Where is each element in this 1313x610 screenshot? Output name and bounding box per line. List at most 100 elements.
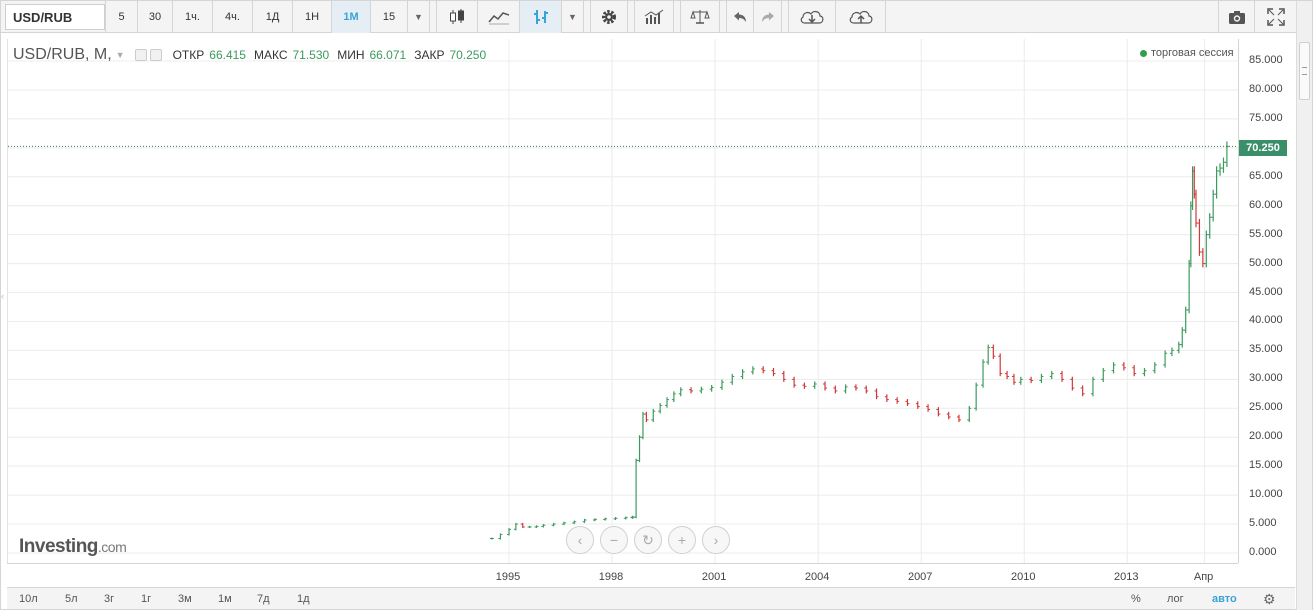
indicators-button[interactable]: [634, 1, 674, 33]
ohlc-bar: [489, 537, 494, 540]
chart-toolbar: USD/RUB 5 30 1ч. 4ч. 1Д 1Н 1М 15 ▼ ▼: [1, 1, 1296, 33]
ohlc-bar: [1060, 370, 1065, 382]
page-scrollbar[interactable]: [1296, 1, 1312, 610]
interval-1m-button[interactable]: 1М: [332, 1, 371, 33]
range-3y-button[interactable]: 3г: [104, 588, 114, 610]
ohlc-bar: [864, 385, 869, 394]
ohlc-bar: [843, 384, 848, 394]
ohlc-bar: [1163, 350, 1168, 368]
ohlc-bar: [1152, 362, 1157, 374]
ohlc-bar: [1224, 141, 1229, 168]
load-layout-button[interactable]: [788, 1, 836, 33]
interval-4h-button[interactable]: 4ч.: [213, 1, 253, 33]
bars-chart-button[interactable]: [520, 1, 562, 33]
ohlc-bar: [592, 518, 597, 522]
ohlc-bar: [572, 520, 577, 525]
ohlc-bar: [833, 385, 838, 394]
percent-scale-toggle[interactable]: %: [1131, 588, 1141, 610]
y-tick-label: 80.000: [1249, 82, 1283, 95]
symbol-search-input[interactable]: USD/RUB: [5, 4, 105, 30]
interval-15-button[interactable]: 15: [371, 1, 408, 33]
scroll-left-button[interactable]: ‹: [566, 526, 594, 554]
zoom-out-button[interactable]: −: [600, 526, 628, 554]
ohlc-bar: [634, 458, 639, 519]
ohlc-bar: [761, 366, 766, 374]
ohlc-bar: [974, 382, 979, 411]
x-tick-label: 2001: [701, 571, 727, 583]
ohlc-bar: [665, 397, 670, 408]
ohlc-bar: [719, 379, 724, 390]
chevron-down-icon: ▼: [414, 12, 423, 22]
ohlc-bar: [1029, 376, 1034, 384]
session-label: торговая сессия: [1151, 47, 1234, 59]
range-3m-button[interactable]: 3м: [178, 588, 192, 610]
range-5y-button[interactable]: 5л: [65, 588, 78, 610]
y-tick-label: 60.000: [1249, 198, 1283, 211]
chart-type-dropdown-button[interactable]: ▼: [562, 1, 584, 33]
interval-5-button[interactable]: 5: [105, 1, 138, 33]
range-1d-button[interactable]: 1д: [297, 588, 310, 610]
fullscreen-button[interactable]: [1254, 1, 1296, 33]
interval-30-button[interactable]: 30: [138, 1, 173, 33]
range-1y-button[interactable]: 1г: [141, 588, 151, 610]
ohlc-bar: [823, 381, 828, 391]
y-tick-label: 85.000: [1249, 54, 1283, 66]
visibility-icon[interactable]: [134, 49, 147, 61]
zoom-in-button[interactable]: +: [668, 526, 696, 554]
ohlc-bar: [874, 388, 879, 400]
x-tick-label: 1998: [598, 571, 624, 583]
ohlc-bar: [582, 518, 587, 523]
ohlc-bar: [1218, 163, 1223, 176]
ohlc-bar: [623, 516, 628, 520]
x-tick-label: 2004: [804, 571, 830, 583]
undo-button[interactable]: [726, 1, 754, 33]
close-label: ЗАКР: [414, 48, 445, 62]
ohlc-bar: [1121, 362, 1126, 371]
ohlc-bar: [541, 524, 546, 528]
axis-settings-button[interactable]: ⚙: [1263, 588, 1276, 610]
chevron-down-icon[interactable]: ▼: [116, 50, 125, 60]
snapshot-button[interactable]: [1218, 1, 1254, 33]
low-value: 66.071: [369, 48, 407, 62]
scrollbar-thumb[interactable]: [1299, 42, 1310, 100]
candles-chart-button[interactable]: [436, 1, 478, 33]
interval-1w-button[interactable]: 1Н: [293, 1, 332, 33]
interval-dropdown-button[interactable]: ▼: [408, 1, 430, 33]
x-tick-label: Апр: [1193, 571, 1214, 583]
ohlc-bar: [1169, 347, 1174, 357]
scroll-right-button[interactable]: ›: [702, 526, 730, 554]
ohlc-bar: [1018, 376, 1023, 385]
ohlc-bar: [1183, 306, 1188, 334]
range-10y-button[interactable]: 10л: [19, 588, 38, 610]
auto-scale-toggle[interactable]: авто: [1212, 588, 1237, 610]
y-tick-label: 55.000: [1249, 227, 1283, 240]
ohlc-bar: [1197, 218, 1202, 256]
chart-widget: USD/RUB 5 30 1ч. 4ч. 1Д 1Н 1М 15 ▼ ▼ ‹ U…: [0, 0, 1313, 610]
ohlc-bar: [644, 411, 649, 423]
y-tick-label: 0.000: [1249, 546, 1277, 558]
interval-1h-button[interactable]: 1ч.: [173, 1, 213, 33]
range-7d-button[interactable]: 7д: [257, 588, 270, 610]
log-scale-toggle[interactable]: лог: [1167, 588, 1184, 610]
range-1m-button[interactable]: 1м: [218, 588, 232, 610]
y-tick-label: 50.000: [1249, 256, 1283, 269]
ohlc-bar: [812, 381, 817, 389]
gear-icon: ⚙: [1263, 590, 1276, 607]
redo-button[interactable]: [754, 1, 782, 33]
price-chart[interactable]: [8, 39, 1239, 563]
price-chart-area[interactable]: [7, 39, 1239, 563]
settings-small-icon[interactable]: [149, 49, 162, 61]
y-tick-label: 5.000: [1249, 517, 1277, 530]
ohlc-bar: [651, 408, 656, 423]
reset-button[interactable]: ↻: [634, 526, 662, 554]
settings-button[interactable]: [590, 1, 628, 33]
ohlc-bar: [507, 528, 511, 536]
ohlc-bar: [740, 369, 745, 380]
candlestick-icon: [450, 9, 464, 24]
interval-1d-button[interactable]: 1Д: [253, 1, 293, 33]
line-chart-button[interactable]: [478, 1, 520, 33]
ohlc-bar: [534, 525, 539, 529]
ohlc-bar: [640, 411, 645, 440]
compare-button[interactable]: [680, 1, 720, 33]
save-layout-button[interactable]: [836, 1, 886, 33]
